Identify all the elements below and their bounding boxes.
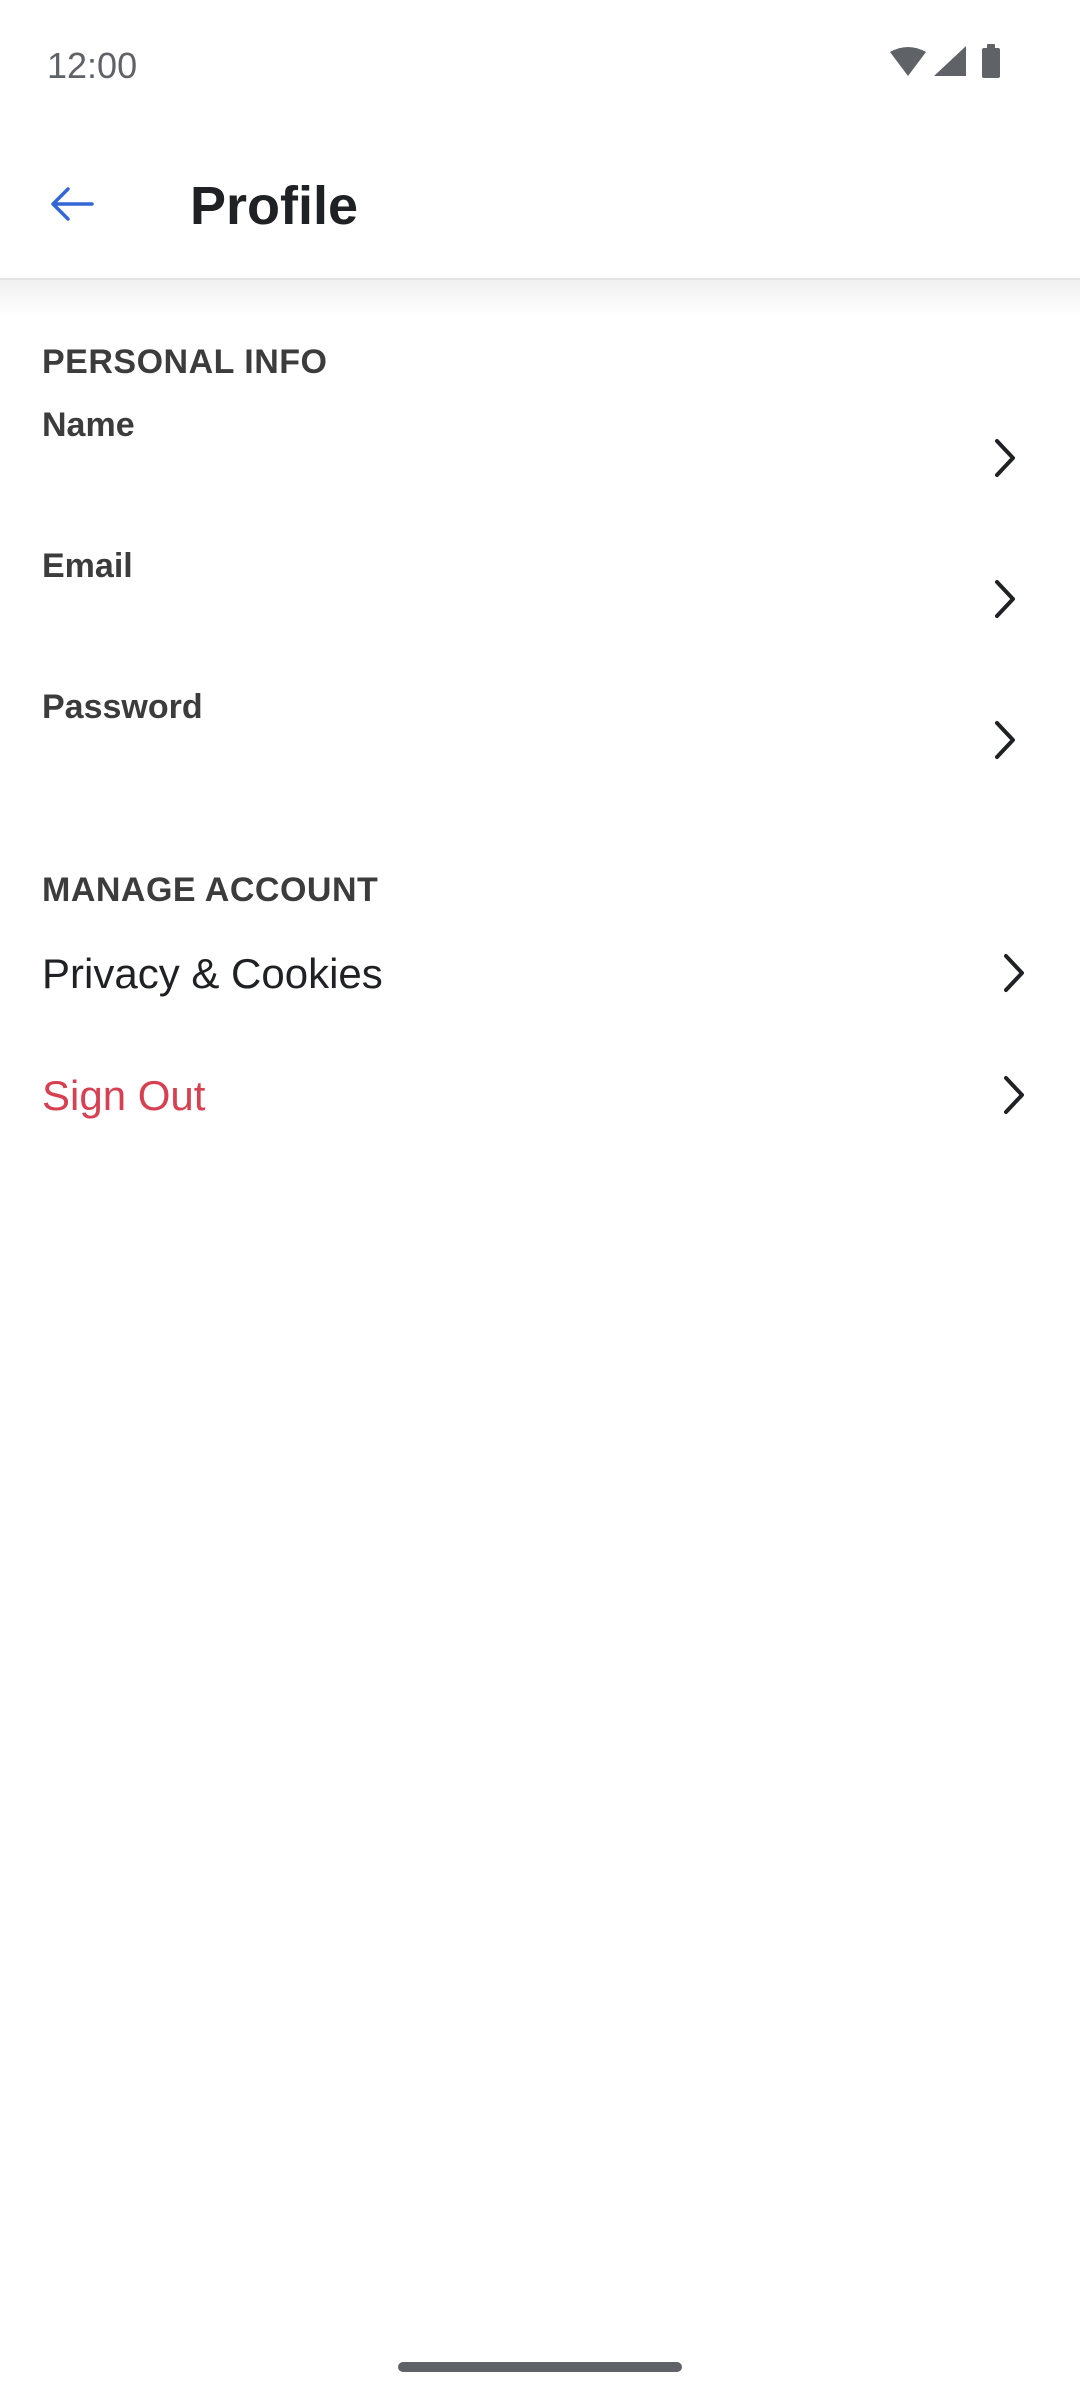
sign-out-row[interactable]: Sign Out (0, 1040, 1080, 1150)
page-title: Profile (190, 176, 359, 236)
status-time: 12:00 (47, 45, 138, 86)
email-row[interactable]: Email (0, 544, 1080, 684)
manage-account-header: MANAGE ACCOUNT (42, 871, 379, 909)
back-button[interactable] (32, 164, 112, 244)
chevron-right-icon (1004, 1076, 1024, 1114)
privacy-cookies-label: Privacy & Cookies (42, 950, 383, 997)
privacy-cookies-row[interactable]: Privacy & Cookies (0, 918, 1080, 1028)
chevron-right-icon (995, 439, 1015, 477)
app-bar-shadow (0, 280, 1080, 316)
email-label: Email (42, 547, 133, 585)
chevron-right-icon (995, 580, 1015, 618)
password-label: Password (42, 688, 203, 726)
password-row[interactable]: Password (0, 685, 1080, 825)
arrow-left-icon (51, 187, 94, 221)
home-indicator[interactable] (398, 2362, 682, 2372)
status-icons (888, 44, 1008, 88)
chevron-right-icon (1004, 954, 1024, 992)
name-row[interactable]: Name (0, 403, 1080, 543)
app-bar: Profile (0, 120, 1080, 280)
sign-out-label: Sign Out (42, 1072, 206, 1119)
name-label: Name (42, 406, 135, 444)
battery-icon (982, 44, 1000, 78)
personal-info-header: PERSONAL INFO (42, 343, 328, 381)
chevron-right-icon (995, 721, 1015, 759)
wifi-icon (890, 47, 926, 76)
status-bar: 12:00 (0, 0, 1080, 120)
cellular-signal-icon (934, 46, 966, 76)
